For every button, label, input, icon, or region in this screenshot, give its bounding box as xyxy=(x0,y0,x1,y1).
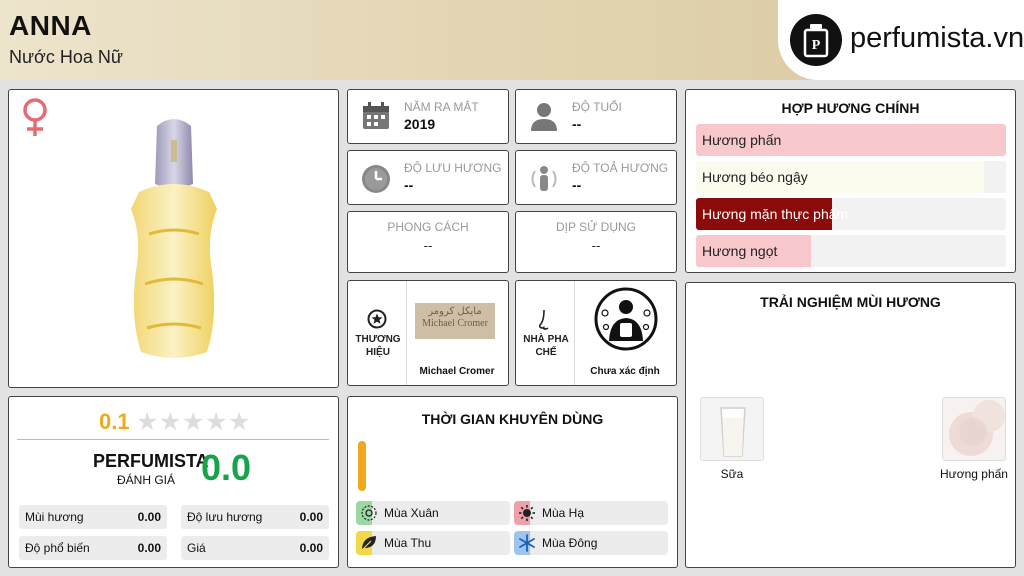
perfumer-label: NHÀ PHA CHẾ xyxy=(523,334,569,358)
nose-icon xyxy=(535,309,555,336)
metric-label: Độ lưu hương xyxy=(187,510,263,524)
scent-experience-title: TRẢI NGHIỆM MÙI HƯƠNG xyxy=(760,294,941,310)
perfumer-card[interactable]: NHÀ PHA CHẾ Chưa xác định xyxy=(515,280,677,386)
star-icon[interactable]: ★ xyxy=(228,407,250,437)
season-summer: Mùa Hạ xyxy=(514,501,668,525)
snowflake-icon xyxy=(518,534,536,555)
brand-logo-image: مايكل كرومر Michael Cromer xyxy=(415,303,495,339)
accord-label: Hương phấn xyxy=(702,132,782,148)
metric-label: Mùi hương xyxy=(25,510,84,524)
occasion-label: DỊP SỬ DỤNG xyxy=(555,220,637,234)
age-label: ĐỘ TUỔI xyxy=(572,100,622,114)
leaf-icon xyxy=(360,534,378,555)
metric-value: 0.00 xyxy=(299,510,323,524)
sillage-card: ĐỘ TOẢ HƯƠNG -- xyxy=(515,150,677,205)
star-badge-icon xyxy=(367,309,387,334)
sillage-label: ĐỘ TOẢ HƯƠNG xyxy=(572,161,669,175)
calendar-icon xyxy=(360,100,392,137)
sun-icon xyxy=(518,504,536,525)
time-of-day-bar xyxy=(358,441,366,491)
powder-photo[interactable] xyxy=(942,397,1006,461)
recommended-time-title: THỜI GIAN KHUYÊN DÙNG xyxy=(421,411,604,427)
star-icon[interactable]: ★ xyxy=(182,407,204,437)
star-icon[interactable]: ★ xyxy=(136,407,158,437)
season-label: Mùa Thu xyxy=(384,536,432,550)
sillage-icon xyxy=(528,163,560,200)
style-card: PHONG CÁCH -- xyxy=(347,211,509,273)
milk-glass-photo[interactable] xyxy=(700,397,764,461)
product-subtitle: Nước Hoa Nữ xyxy=(9,47,123,67)
main-accords-card: HỢP HƯƠNG CHÍNH Hương phấn Hương béo ngậy… xyxy=(685,89,1016,273)
accord-label: Hương béo ngậy xyxy=(702,169,808,185)
perfumista-sub-label: ĐÁNH GIÁ xyxy=(117,473,176,487)
perfumer-avatar xyxy=(594,287,658,356)
accord-bar: Hương ngọt xyxy=(696,235,1006,267)
female-icon xyxy=(17,96,53,143)
rating-card: 0.1 ★ ★ ★ ★ ★ PERFUMISTA ĐÁNH GIÁ 0.0 Mùi hư… xyxy=(8,396,339,568)
product-title: ANNA xyxy=(9,10,92,41)
main-accords-title: HỢP HƯƠNG CHÍNH xyxy=(781,100,920,116)
scent-experience-card: TRẢI NGHIỆM MÙI HƯƠNG Sữa Hương phấn xyxy=(685,282,1016,568)
clock-icon xyxy=(360,163,392,200)
release-year-value: 2019 xyxy=(404,116,436,132)
accord-label: Hương ngọt xyxy=(702,243,778,259)
brand-label: THƯƠNG HIỆU xyxy=(355,334,401,358)
metric-popularity: Độ phổ biến 0.00 xyxy=(19,536,167,560)
product-image-card xyxy=(8,89,339,388)
season-label: Mùa Xuân xyxy=(384,506,439,520)
accord-bar: Hương béo ngậy xyxy=(696,161,1006,193)
metric-scent: Mùi hương 0.00 xyxy=(19,505,167,529)
person-icon xyxy=(528,100,560,137)
brand-logo-arabic: مايكل كرومر xyxy=(428,306,482,317)
occasion-value: -- xyxy=(591,238,601,253)
star-icon[interactable]: ★ xyxy=(205,407,227,437)
season-label: Mùa Hạ xyxy=(542,506,585,520)
metric-price: Giá 0.00 xyxy=(181,536,329,560)
longevity-card: ĐỘ LƯU HƯƠNG -- xyxy=(347,150,509,205)
accord-bar: Hương mặn thực phẩm xyxy=(696,198,1006,230)
season-winter: Mùa Đông xyxy=(514,531,668,555)
perfumista-score: 0.0 xyxy=(201,447,252,488)
age-value: -- xyxy=(572,116,582,132)
age-card: ĐỘ TUỔI -- xyxy=(515,89,677,144)
svg-text:P: P xyxy=(812,38,821,53)
metric-value: 0.00 xyxy=(137,541,161,555)
metric-label: Giá xyxy=(187,541,206,555)
season-label: Mùa Đông xyxy=(542,536,598,550)
season-autumn: Mùa Thu xyxy=(356,531,510,555)
recommended-time-card: THỜI GIAN KHUYÊN DÙNG Mùa Xuân Mùa Hạ Mù… xyxy=(347,396,678,568)
brand-card[interactable]: THƯƠNG HIỆU مايكل كرومر Michael Cromer M… xyxy=(347,280,509,386)
brand-name: Michael Cromer xyxy=(419,366,495,377)
perfume-bottle-photo xyxy=(109,114,239,369)
metric-longevity: Độ lưu hương 0.00 xyxy=(181,505,329,529)
accord-bar: Hương phấn xyxy=(696,124,1006,156)
star-icon[interactable]: ★ xyxy=(159,407,181,437)
perfume-bottle-icon: P xyxy=(790,14,842,66)
season-spring: Mùa Xuân xyxy=(356,501,510,525)
style-value: -- xyxy=(423,238,433,253)
divider xyxy=(17,439,329,440)
release-year-card: NĂM RA MẮT 2019 xyxy=(347,89,509,144)
sillage-value: -- xyxy=(572,177,582,193)
spring-flower-icon xyxy=(360,504,378,525)
release-year-label: NĂM RA MẮT xyxy=(404,100,479,114)
page-header: ANNA Nước Hoa Nữ P perfumista.vn xyxy=(0,0,1024,80)
user-rating-score: 0.1 xyxy=(99,409,130,434)
experience-item-label: Sữa xyxy=(720,467,744,481)
brand-logo-latin: Michael Cromer xyxy=(422,318,488,329)
metric-value: 0.00 xyxy=(137,510,161,524)
style-label: PHONG CÁCH xyxy=(387,220,469,234)
accord-label: Hương mặn thực phẩm xyxy=(702,206,849,222)
occasion-card: DỊP SỬ DỤNG -- xyxy=(515,211,677,273)
perfumer-name: Chưa xác định xyxy=(590,366,660,377)
longevity-value: -- xyxy=(404,177,414,193)
perfumista-label: PERFUMISTA xyxy=(93,451,209,471)
longevity-label: ĐỘ LƯU HƯƠNG xyxy=(404,161,502,175)
metric-value: 0.00 xyxy=(299,541,323,555)
brand-logo-text: perfumista.vn xyxy=(850,22,1024,54)
experience-item-label: Hương phấn xyxy=(940,467,1008,481)
brand-logo[interactable]: P perfumista.vn xyxy=(778,0,1024,80)
metric-label: Độ phổ biến xyxy=(25,541,90,555)
